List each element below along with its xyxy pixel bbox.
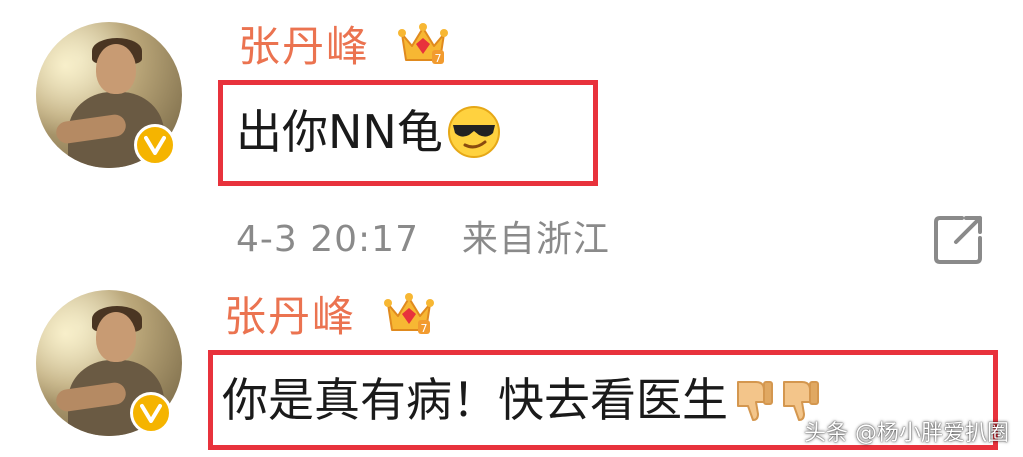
comment-location: 来自浙江 — [461, 219, 610, 260]
verified-badge-icon — [134, 124, 176, 166]
username[interactable]: 张丹峰 — [238, 22, 370, 72]
vip-crown-icon: 7 — [398, 23, 448, 65]
username[interactable]: 张丹峰 — [224, 292, 356, 342]
thumbs-down-icon — [737, 381, 773, 421]
comment-timestamp: 4-3 20:17 — [236, 219, 419, 260]
watermark: 头条 @杨小胖爱扒圈 — [804, 421, 1009, 446]
comment-text-row: 出你NN龟 — [236, 104, 501, 160]
comment-text: 你是真有病！快去看医生 — [222, 373, 728, 427]
comment-text: 出你NN龟 — [236, 105, 443, 159]
share-icon[interactable] — [932, 212, 986, 266]
comment-list: 张丹峰 7 出你NN龟 4-3 20:17 来自浙江 张丹峰 7 你是真有病！快… — [0, 0, 1023, 457]
comment-text-row: 你是真有病！快去看医生 — [222, 372, 820, 428]
comment-meta: 4-3 20:17 来自浙江 — [236, 218, 610, 262]
vip-crown-icon: 7 — [384, 293, 434, 335]
svg-text:7: 7 — [421, 322, 428, 335]
sunglasses-face-icon — [447, 106, 500, 158]
thumbs-down-icon — [783, 381, 819, 421]
verified-badge-icon — [130, 392, 172, 434]
svg-text:7: 7 — [435, 52, 442, 65]
